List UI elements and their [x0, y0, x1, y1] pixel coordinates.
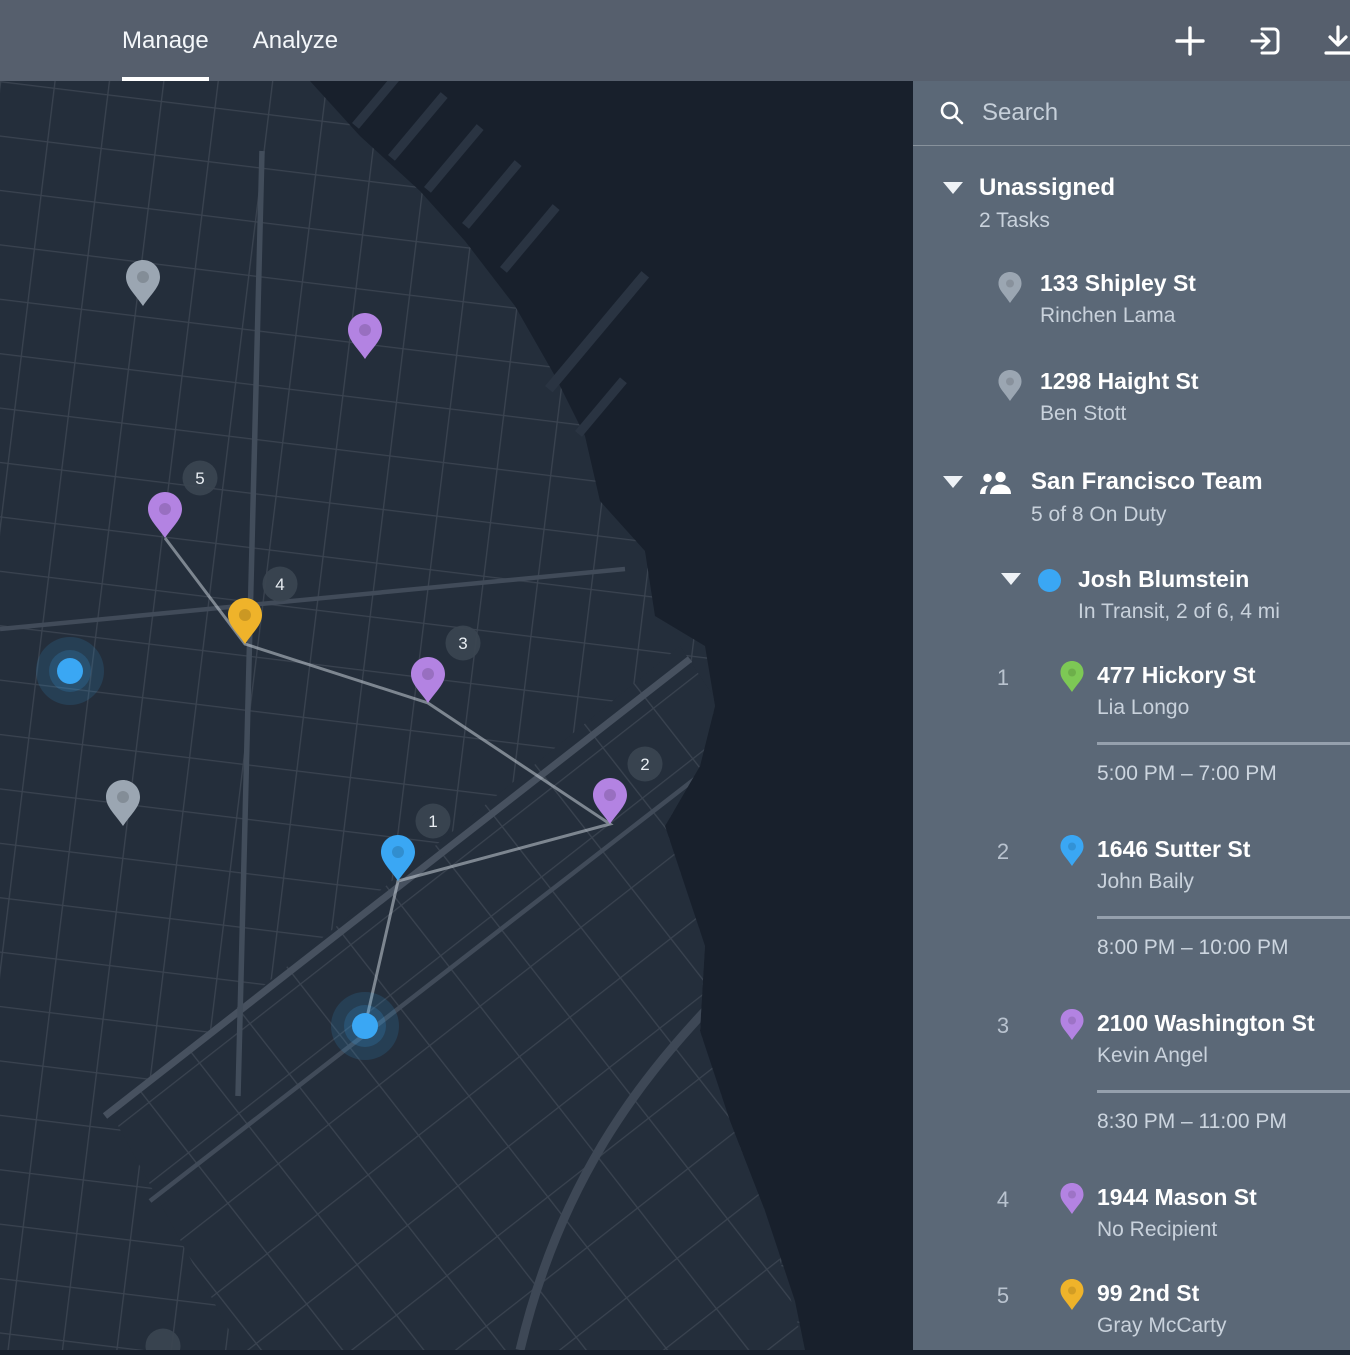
section-subtitle: 5 of 8 On Duty [1031, 503, 1263, 527]
driver-name: Josh Blumstein [1078, 566, 1280, 593]
task-pin-icon [1060, 1183, 1084, 1219]
search-bar[interactable] [913, 81, 1350, 146]
task-order-number: 3 [987, 1013, 1019, 1039]
unassigned-section-header[interactable]: Unassigned 2 Tasks [913, 146, 1350, 244]
task-address: 477 Hickory St [1097, 662, 1346, 689]
task-pin-icon [1060, 1009, 1084, 1045]
stop-number-badge: 2 [628, 747, 663, 782]
nav-tabs: Manage Analyze [122, 0, 1350, 81]
driver-status-dot [1038, 569, 1061, 592]
task-time-window: 8:30 PM – 11:00 PM [1097, 1090, 1350, 1156]
task-recipient: Rinchen Lama [1040, 304, 1196, 328]
section-title: San Francisco Team [1031, 468, 1263, 496]
driver-location-dot[interactable] [36, 637, 104, 705]
driver-row[interactable]: Josh Blumstein In Transit, 2 of 6, 4 mi [913, 538, 1350, 634]
task-address: 1646 Sutter St [1097, 836, 1346, 863]
task-address: 133 Shipley St [1040, 270, 1196, 297]
team-icon [979, 470, 1015, 538]
task-pin-icon [998, 272, 1022, 342]
task-order-number: 1 [987, 665, 1019, 691]
task-sidebar: Unassigned 2 Tasks 133 Shipley St Rinchen… [913, 81, 1350, 1350]
import-icon[interactable] [1248, 23, 1284, 59]
section-subtitle: 2 Tasks [979, 209, 1115, 233]
svg-text:5: 5 [195, 469, 204, 488]
task-recipient: John Baily [1097, 870, 1346, 894]
task-address: 99 2nd St [1097, 1280, 1346, 1307]
top-bar: Manage Analyze [0, 0, 1350, 81]
driver-location-dot[interactable] [331, 992, 399, 1060]
stop-number-badge: 4 [263, 567, 298, 602]
task-address: 1298 Haight St [1040, 368, 1199, 395]
task-address: 1944 Mason St [1097, 1184, 1346, 1211]
task-time-window: 5:00 PM – 7:00 PM [1097, 742, 1350, 808]
driver-status: In Transit, 2 of 6, 4 mi [1078, 600, 1280, 624]
chevron-down-icon[interactable] [943, 182, 963, 194]
unassigned-task-row[interactable]: 1298 Haight St Ben Stott [913, 342, 1350, 440]
task-pin-icon [998, 370, 1022, 440]
driver-task-row[interactable]: 3 2100 Washington St Kevin Angel [913, 982, 1350, 1078]
section-title: Unassigned [979, 174, 1115, 202]
task-pin-icon [1060, 835, 1084, 871]
svg-text:1: 1 [428, 812, 437, 831]
task-recipient: Lia Longo [1097, 696, 1346, 720]
driver-task-row[interactable]: 5 99 2nd St Gray McCarty [913, 1252, 1350, 1348]
unassigned-task-row[interactable]: 133 Shipley St Rinchen Lama [913, 244, 1350, 342]
driver-task-row[interactable]: 2 1646 Sutter St John Baily [913, 808, 1350, 904]
svg-text:4: 4 [275, 575, 284, 594]
task-address: 2100 Washington St [1097, 1010, 1346, 1037]
task-order-number: 5 [987, 1283, 1019, 1309]
unassigned-task-list: 133 Shipley St Rinchen Lama 1298 Haight S… [913, 244, 1350, 440]
svg-text:2: 2 [640, 755, 649, 774]
map-canvas: 5 4 3 2 1 [0, 81, 913, 1350]
task-order-number: 4 [987, 1187, 1019, 1213]
stop-number-badge: 5 [183, 461, 218, 496]
task-recipient: Gray McCarty [1097, 1314, 1346, 1338]
driver-task-row[interactable]: 1 477 Hickory St Lia Longo [913, 634, 1350, 730]
task-recipient: No Recipient [1097, 1218, 1346, 1242]
tab-manage[interactable]: Manage [122, 0, 209, 81]
task-time-window: 8:00 PM – 10:00 PM [1097, 916, 1350, 982]
stop-number-badge: 3 [446, 626, 481, 661]
search-icon [939, 100, 965, 126]
task-pin-icon [1060, 661, 1084, 697]
team-section-header[interactable]: San Francisco Team 5 of 8 On Duty [913, 440, 1350, 538]
chevron-down-icon[interactable] [943, 476, 963, 488]
task-pin-icon [1060, 1279, 1084, 1315]
search-input[interactable] [982, 99, 1282, 127]
stop-number-badge: 1 [416, 804, 451, 839]
task-recipient: Ben Stott [1040, 402, 1199, 426]
tab-analyze[interactable]: Analyze [253, 0, 338, 81]
chevron-down-icon[interactable] [1001, 573, 1021, 585]
add-task-icon[interactable] [1172, 23, 1208, 59]
download-icon[interactable] [1320, 23, 1350, 59]
task-order-number: 2 [987, 839, 1019, 865]
svg-text:3: 3 [458, 634, 467, 653]
map[interactable]: 5 4 3 2 1 [0, 81, 913, 1350]
driver-task-row[interactable]: 4 1944 Mason St No Recipient [913, 1156, 1350, 1252]
driver-task-list: 1 477 Hickory St Lia Longo 5:00 PM – 7:00 … [913, 634, 1350, 1350]
task-recipient: Kevin Angel [1097, 1044, 1346, 1068]
